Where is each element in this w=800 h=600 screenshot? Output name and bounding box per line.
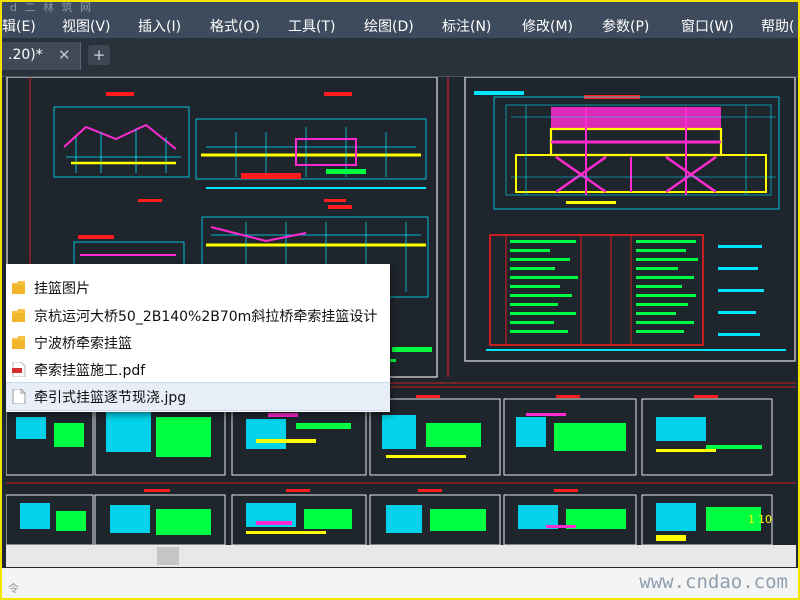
folder-icon [12, 336, 25, 349]
list-item-selected[interactable]: 牵引式挂篮逐节现浇.jpg [6, 382, 390, 411]
close-icon[interactable]: ✕ [58, 46, 71, 64]
drawing-marker-10: 10 [758, 513, 772, 526]
list-item[interactable]: 宁波桥牵索挂篮 [6, 329, 390, 356]
menu-draw[interactable]: 绘图(D) [364, 16, 414, 36]
list-item[interactable]: 牵索挂篮施工.pdf [6, 356, 390, 383]
document-tab-bar: .20)* ✕ + [2, 38, 798, 77]
list-item[interactable]: 京杭运河大桥50_2B140%2B70m斜拉桥牵索挂篮设计 [6, 302, 390, 329]
list-item-label: 京杭运河大桥50_2B140%2B70m斜拉桥牵索挂篮设计 [34, 309, 378, 325]
scrollbar-thumb[interactable] [157, 547, 179, 565]
tab-drawing-label: .20)* [8, 47, 43, 63]
pdf-file-icon [12, 362, 26, 377]
folder-icon [12, 281, 25, 294]
list-item[interactable]: 挂篮图片 [6, 274, 390, 301]
watermark-text: www.cndao.com [639, 571, 788, 593]
menu-window[interactable]: 窗口(W) [681, 16, 734, 36]
list-item-label: 挂篮图片 [34, 281, 90, 297]
menu-tools[interactable]: 工具(T) [288, 16, 335, 36]
menu-modify[interactable]: 修改(M) [522, 16, 573, 36]
menu-help[interactable]: 帮助( [761, 16, 794, 36]
drawing-marker-1: 1 [748, 513, 755, 526]
menu-view[interactable]: 视图(V) [62, 16, 111, 36]
title-fragment: d 二 林 筑 网 [10, 1, 93, 14]
tab-drawing[interactable]: .20)* ✕ [2, 42, 81, 70]
list-item-label: 宁波桥牵索挂篮 [34, 336, 132, 352]
menu-dimension[interactable]: 标注(N) [442, 16, 491, 36]
command-line-prompt: 令 [8, 582, 19, 595]
horizontal-scrollbar[interactable] [6, 545, 796, 567]
menu-parameters[interactable]: 参数(P) [602, 16, 649, 36]
new-tab-button[interactable]: + [88, 45, 110, 65]
list-item-label: 牵引式挂篮逐节现浇.jpg [34, 390, 187, 406]
command-line-area[interactable]: 令 www.cndao.com [2, 568, 798, 598]
cad-application-window: d 二 林 筑 网 辑(E) 视图(V) 插入(I) 格式(O) 工具(T) 绘… [0, 0, 800, 600]
menu-format[interactable]: 格式(O) [210, 16, 260, 36]
menu-insert[interactable]: 插入(I) [138, 16, 181, 36]
list-item-label: 牵索挂篮施工.pdf [34, 363, 146, 379]
folder-icon [12, 309, 25, 322]
file-list-popup: 挂篮图片 京杭运河大桥50_2B140%2B70m斜拉桥牵索挂篮设计 宁波桥牵索… [6, 264, 390, 412]
menu-edit[interactable]: 辑(E) [2, 16, 36, 36]
image-file-icon [12, 389, 26, 404]
